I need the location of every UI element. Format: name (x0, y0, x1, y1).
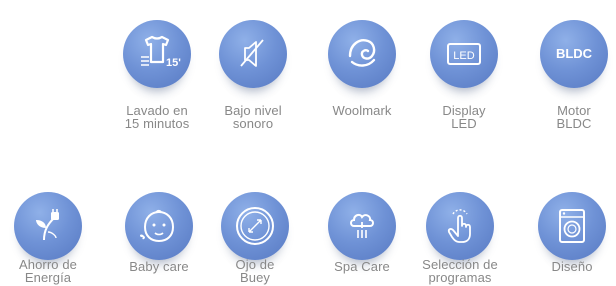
muted-speaker-icon (219, 20, 287, 88)
woolmark-icon (328, 20, 396, 88)
feature-label: Spa Care (334, 259, 390, 274)
energy-plug-plant-icon (14, 192, 82, 260)
feature-label: Lavado en 15 minutos (124, 103, 190, 131)
baby-face-icon (125, 192, 193, 260)
bldc-icon-text: BLDC (556, 46, 593, 61)
feature-label: Selección de programas (422, 257, 498, 285)
feature-label: Ahorro de Energía (19, 257, 77, 285)
feature-label: Baby care (129, 259, 189, 274)
led-display-icon: LED (430, 20, 498, 88)
feature-label: Ojo de Buey (235, 257, 275, 285)
washing-machine-icon (538, 192, 606, 260)
feature-label: Bajo nivel sonoro (224, 103, 282, 131)
spa-cloud-icon (328, 192, 396, 260)
shirt-15-minutes-icon: 15' (123, 20, 191, 88)
feature-label: Diseño (551, 259, 593, 274)
feature-label: Motor BLDC (556, 103, 592, 131)
porthole-door-icon (221, 192, 289, 260)
touch-select-icon (426, 192, 494, 260)
feature-label: Display LED (442, 103, 486, 131)
feature-label: Woolmark (332, 103, 392, 118)
led-icon-text: LED (453, 50, 474, 62)
bldc-motor-icon: BLDC (540, 20, 608, 88)
svg-text:15': 15' (166, 57, 181, 69)
